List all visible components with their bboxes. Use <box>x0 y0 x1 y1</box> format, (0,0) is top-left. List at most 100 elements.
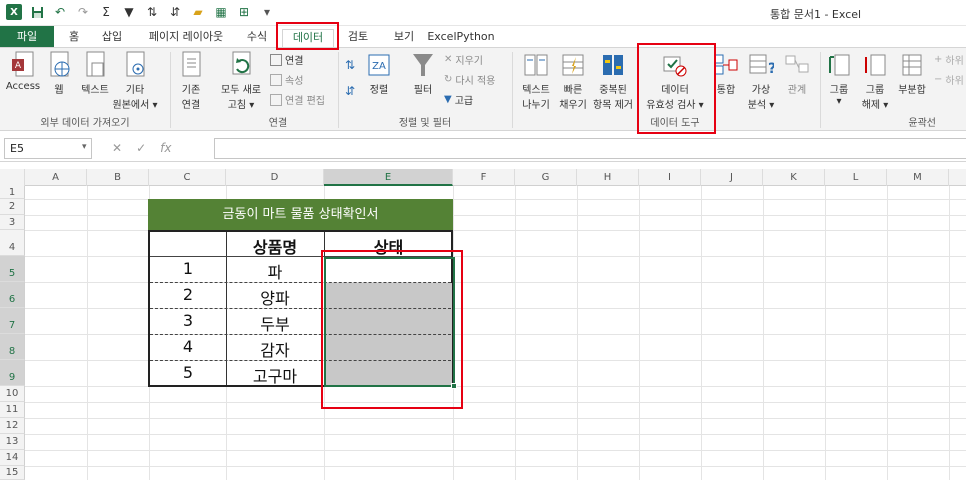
show-detail-icon: + <box>934 54 943 65</box>
undo-icon[interactable]: ↶ <box>52 4 68 20</box>
access-button[interactable]: A Access <box>4 51 42 92</box>
sort-desc-icon[interactable]: ⇵ <box>167 4 183 20</box>
ungroup-button[interactable]: 그룹 해제 ▾ <box>858 51 892 111</box>
row-header-11[interactable]: 11 <box>0 402 25 418</box>
customize-qat-icon[interactable]: ▾ <box>259 4 275 20</box>
web-button[interactable]: 웹 <box>46 51 72 96</box>
table-icon[interactable]: ▦ <box>213 4 229 20</box>
tab-excelpython[interactable]: ExcelPython <box>424 29 498 47</box>
row-header-12[interactable]: 12 <box>0 418 25 434</box>
arrange-icon[interactable]: ⊞ <box>236 4 252 20</box>
name-box-dropdown-icon[interactable]: ▾ <box>82 142 87 152</box>
save-icon[interactable] <box>29 4 45 20</box>
sort-asc-icon[interactable]: ⇅ <box>144 4 160 20</box>
row-number[interactable]: 3 <box>150 311 226 330</box>
what-if-analysis-button[interactable]: ? 가상 분석 ▾ <box>742 51 780 111</box>
product-name-cell[interactable]: 파 <box>226 259 324 283</box>
row-header-14[interactable]: 14 <box>0 450 25 466</box>
header-product-name[interactable]: 상품명 <box>226 234 324 258</box>
tab-insert[interactable]: 삽입 <box>96 29 128 47</box>
existing-connections-button[interactable]: 기존 연결 <box>174 51 208 111</box>
column-header-b[interactable]: B <box>87 169 149 186</box>
show-detail-button[interactable]: + 하위 <box>934 52 964 67</box>
row-number[interactable]: 4 <box>150 337 226 356</box>
edit-links-button[interactable]: 연결 편집 <box>270 92 325 107</box>
column-header-i[interactable]: I <box>639 169 701 186</box>
row-header-5[interactable]: 5 <box>0 256 25 282</box>
column-header-g[interactable]: G <box>515 169 577 186</box>
row-header-2[interactable]: 2 <box>0 199 25 215</box>
clear-filter-button[interactable]: ✕ 지우기 <box>444 52 483 67</box>
column-header-e[interactable]: E <box>324 169 453 186</box>
column-header-a[interactable]: A <box>25 169 87 186</box>
highlight-data-validation <box>637 43 716 134</box>
column-header-l[interactable]: L <box>825 169 887 186</box>
name-box[interactable]: E5 <box>4 138 92 159</box>
product-name-cell[interactable]: 고구마 <box>226 363 324 387</box>
row-header-4[interactable]: 4 <box>0 230 25 256</box>
select-all-corner[interactable] <box>0 169 25 186</box>
formula-input[interactable] <box>214 138 966 159</box>
row-header-15[interactable]: 15 <box>0 466 25 480</box>
row-header-13[interactable]: 13 <box>0 434 25 450</box>
title-bar: X ↶ ↷ Σ ▼ ⇅ ⇵ ▰ ▦ ⊞ ▾ 통합 문서1 - Excel <box>0 0 966 26</box>
connections-button[interactable]: 연결 <box>270 52 303 67</box>
sort-asc-button[interactable]: ⇅ <box>345 58 355 72</box>
properties-button[interactable]: 속성 <box>270 72 303 87</box>
group-label-external: 외부 데이터 가져오기 <box>40 118 130 129</box>
filter-button[interactable]: 필터 <box>408 51 438 96</box>
insert-function-icon[interactable]: fx <box>160 141 171 155</box>
column-header-k[interactable]: K <box>763 169 825 186</box>
row-number[interactable]: 1 <box>150 259 226 278</box>
subtotal-button[interactable]: 부분합 <box>894 51 930 96</box>
tab-page-layout[interactable]: 페이지 레이아웃 <box>144 29 228 47</box>
window-title: 통합 문서1 - Excel <box>770 8 862 21</box>
formula-bar: E5 ▾ ✕ ✓ fx <box>0 134 966 162</box>
flash-fill-button[interactable]: 빠른 채우기 <box>556 51 590 111</box>
relationships-button[interactable]: 관계 <box>780 51 814 96</box>
advanced-filter-button[interactable]: ▼ 고급 <box>444 92 473 107</box>
remove-duplicates-button[interactable]: 중복된 항목 제거 <box>590 51 636 111</box>
tab-file[interactable]: 파일 <box>0 26 54 47</box>
column-header-m[interactable]: M <box>887 169 949 186</box>
row-header-9[interactable]: 9 <box>0 360 25 386</box>
group-button[interactable]: 그룹 ▾ <box>824 51 854 107</box>
redo-icon[interactable]: ↷ <box>75 4 91 20</box>
product-name-cell[interactable]: 두부 <box>226 311 324 335</box>
column-header-c[interactable]: C <box>149 169 226 186</box>
product-name-cell[interactable]: 양파 <box>226 285 324 309</box>
open-folder-icon[interactable]: ▰ <box>190 4 206 20</box>
row-number[interactable]: 5 <box>150 363 226 382</box>
row-header-7[interactable]: 7 <box>0 308 25 334</box>
row-header-3[interactable]: 3 <box>0 215 25 230</box>
tab-review[interactable]: 검토 <box>344 29 372 47</box>
sheet-title-cell[interactable]: 금동이 마트 물품 상태확인서 <box>148 199 453 230</box>
row-header-1[interactable]: 1 <box>0 186 25 199</box>
row-number[interactable]: 2 <box>150 285 226 304</box>
tab-view[interactable]: 보기 <box>390 29 418 47</box>
column-header-j[interactable]: J <box>701 169 763 186</box>
column-header-f[interactable]: F <box>453 169 515 186</box>
filter-icon[interactable]: ▼ <box>121 4 137 20</box>
edit-links-icon <box>270 93 282 106</box>
tab-home[interactable]: 홈 <box>62 29 86 47</box>
cancel-icon[interactable]: ✕ <box>112 141 122 155</box>
clear-filter-icon: ✕ <box>444 54 453 65</box>
autosum-icon[interactable]: Σ <box>98 4 114 20</box>
sort-button[interactable]: ZA 정렬 <box>364 51 394 96</box>
text-to-columns-button[interactable]: 텍스트 나누기 <box>516 51 556 111</box>
column-header-h[interactable]: H <box>577 169 639 186</box>
text-file-button[interactable]: 텍스트 <box>76 51 114 96</box>
other-sources-button[interactable]: 기타 원본에서 ▾ <box>112 51 158 111</box>
refresh-all-button[interactable]: 모두 새로 고침 ▾ <box>216 51 266 111</box>
reapply-button[interactable]: ↻ 다시 적용 <box>444 72 495 87</box>
column-header-d[interactable]: D <box>226 169 324 186</box>
row-header-6[interactable]: 6 <box>0 282 25 308</box>
hide-detail-button[interactable]: − 하위 <box>934 72 964 87</box>
enter-icon[interactable]: ✓ <box>136 141 146 155</box>
row-header-8[interactable]: 8 <box>0 334 25 360</box>
row-header-10[interactable]: 10 <box>0 386 25 402</box>
tab-formulas[interactable]: 수식 <box>244 29 270 47</box>
product-name-cell[interactable]: 감자 <box>226 337 324 361</box>
sort-desc-button[interactable]: ⇵ <box>345 84 355 98</box>
